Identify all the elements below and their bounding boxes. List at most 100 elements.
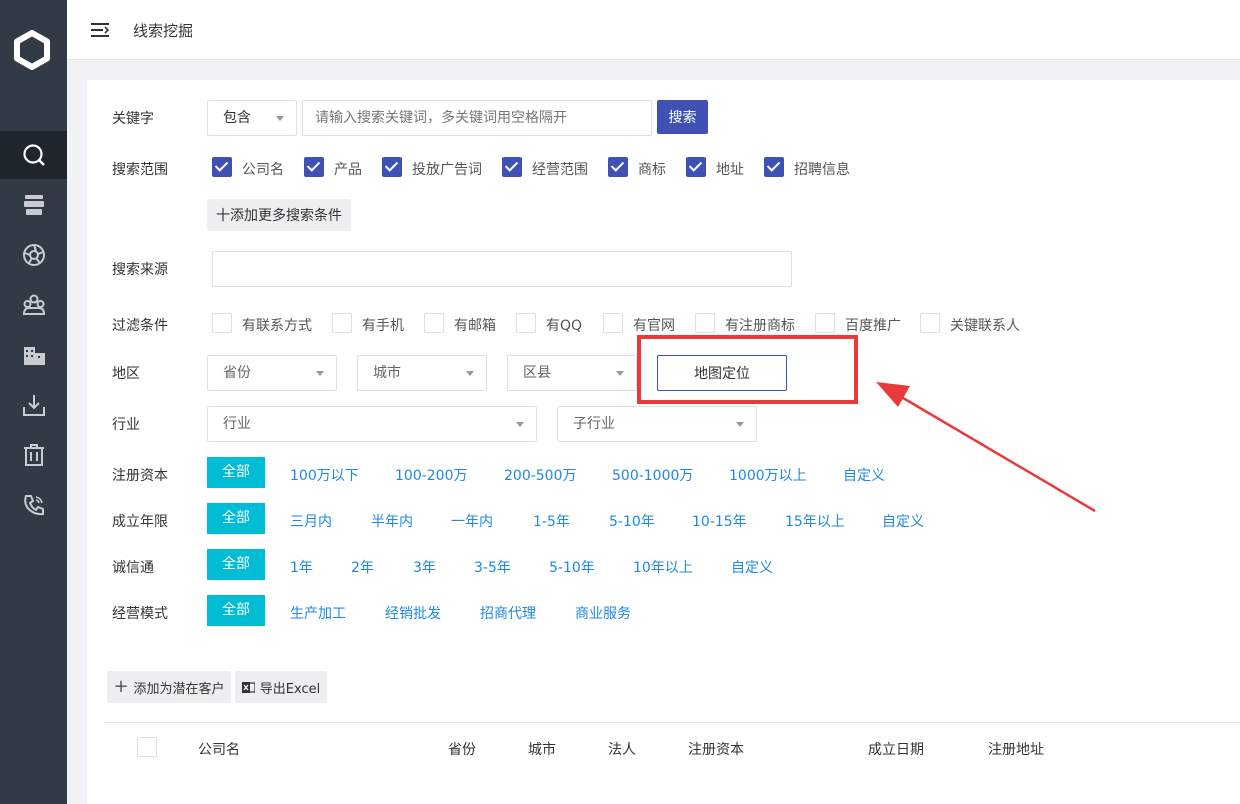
filter-checkbox[interactable] (424, 313, 444, 333)
keyword-mode-select[interactable]: 包含 (207, 100, 297, 136)
district-select[interactable]: 区县 (507, 355, 637, 391)
capital-all-chip[interactable]: 全部 (207, 457, 265, 488)
filter-checkbox[interactable] (920, 313, 940, 333)
filter-checkbox[interactable] (212, 313, 232, 333)
table-top-divider (105, 722, 1240, 723)
founded-option[interactable]: 15年以上 (785, 511, 845, 531)
scope-label: 搜索范围 (112, 162, 168, 178)
keyword-input[interactable] (302, 100, 652, 136)
search-icon (22, 144, 45, 166)
logo-icon (14, 30, 50, 70)
export-excel-label: 导出Excel (259, 681, 321, 697)
chevron-down-icon (276, 116, 284, 121)
scope-checkbox[interactable] (212, 157, 232, 177)
sidebar-item-search[interactable] (0, 131, 67, 179)
filter-checkbox[interactable] (516, 313, 536, 333)
add-potential-customer-label: 添加为潜在客户 (133, 681, 225, 697)
chengxin-option[interactable]: 1年 (290, 557, 313, 577)
industry-label: 行业 (112, 417, 140, 433)
scope-option-label: 招聘信息 (794, 162, 850, 178)
chengxin-all-chip[interactable]: 全部 (207, 549, 265, 580)
chevron-down-icon (516, 422, 524, 427)
industry-select[interactable]: 行业 (207, 406, 537, 442)
sidebar (0, 0, 67, 804)
chevron-down-icon (466, 371, 474, 376)
scope-checkbox[interactable] (502, 157, 522, 177)
chengxin-option[interactable]: 自定义 (731, 557, 773, 577)
filter-checkbox[interactable] (695, 313, 715, 333)
founded-option[interactable]: 5-10年 (609, 511, 655, 531)
founded-all-chip[interactable]: 全部 (207, 503, 265, 534)
scope-checkbox[interactable] (686, 157, 706, 177)
founded-option[interactable]: 三月内 (290, 511, 332, 531)
business-mode-option[interactable]: 生产加工 (290, 603, 346, 623)
annotation-arrow-icon (876, 382, 1096, 513)
city-select[interactable]: 城市 (357, 355, 487, 391)
filter-option-label: 有联系方式 (242, 318, 312, 334)
menu-toggle-icon[interactable] (89, 20, 111, 40)
column-header[interactable]: 公司名 (198, 739, 240, 759)
sidebar-item-trash[interactable] (0, 431, 67, 479)
scope-checkbox[interactable] (304, 157, 324, 177)
scope-checkbox[interactable] (608, 157, 628, 177)
capital-option[interactable]: 500-1000万 (612, 465, 693, 485)
business-mode-option[interactable]: 经销批发 (385, 603, 441, 623)
capital-option[interactable]: 100万以下 (290, 465, 359, 485)
source-input[interactable] (212, 251, 792, 287)
filter-checkbox[interactable] (603, 313, 623, 333)
search-button[interactable]: 搜索 (657, 100, 708, 134)
sidebar-item-aperture[interactable] (0, 231, 67, 279)
chengxin-label: 诚信通 (112, 560, 154, 576)
founded-option[interactable]: 一年内 (451, 511, 493, 531)
sub-industry-select[interactable]: 子行业 (557, 406, 757, 442)
industry-select-value: 行业 (223, 416, 251, 432)
page-title: 线索挖掘 (133, 22, 194, 40)
scope-checkbox[interactable] (382, 157, 402, 177)
filter-option-label: 百度推广 (845, 318, 901, 334)
phone-icon (23, 495, 44, 516)
column-header[interactable]: 省份 (448, 739, 476, 759)
scope-checkbox[interactable] (764, 157, 784, 177)
capital-option[interactable]: 1000万以上 (729, 465, 807, 485)
building-icon (23, 347, 45, 365)
select-all-checkbox[interactable] (137, 737, 157, 757)
sidebar-item-download[interactable] (0, 381, 67, 429)
chengxin-option[interactable]: 3-5年 (474, 557, 511, 577)
filter-option-label: 有手机 (362, 318, 404, 334)
business-mode-option[interactable]: 招商代理 (480, 603, 536, 623)
sidebar-item-database[interactable] (0, 181, 67, 229)
region-label: 地区 (112, 366, 140, 382)
add-search-condition-button[interactable]: 十添加更多搜索条件 (207, 199, 351, 231)
keyword-mode-value: 包含 (223, 110, 251, 126)
highlight-box (637, 335, 858, 404)
province-select[interactable]: 省份 (207, 355, 337, 391)
founded-option[interactable]: 10-15年 (692, 511, 747, 531)
sidebar-item-users[interactable] (0, 281, 67, 329)
chengxin-option[interactable]: 3年 (413, 557, 436, 577)
filter-option-label: 关键联系人 (950, 318, 1020, 334)
founded-option[interactable]: 半年内 (371, 511, 413, 531)
filter-option-label: 有官网 (633, 318, 675, 334)
founded-option[interactable]: 1-5年 (533, 511, 570, 531)
filter-checkbox[interactable] (815, 313, 835, 333)
capital-option[interactable]: 100-200万 (395, 465, 468, 485)
column-header[interactable]: 成立日期 (868, 739, 924, 759)
column-header[interactable]: 城市 (528, 739, 556, 759)
sidebar-item-phone[interactable] (0, 481, 67, 529)
add-potential-customer-button[interactable]: + 添加为潜在客户 (107, 671, 231, 703)
column-header[interactable]: 法人 (608, 739, 636, 759)
chengxin-option[interactable]: 10年以上 (633, 557, 693, 577)
plus-icon: + (113, 676, 129, 697)
scope-option-label: 商标 (638, 162, 666, 178)
chengxin-option[interactable]: 2年 (351, 557, 374, 577)
business-mode-all-chip[interactable]: 全部 (207, 595, 265, 626)
column-header[interactable]: 注册资本 (688, 739, 744, 759)
chevron-down-icon (736, 422, 744, 427)
chengxin-option[interactable]: 5-10年 (549, 557, 595, 577)
export-excel-button[interactable]: 导出Excel (235, 671, 327, 703)
sidebar-item-building[interactable] (0, 331, 67, 379)
capital-option[interactable]: 200-500万 (504, 465, 577, 485)
business-mode-option[interactable]: 商业服务 (575, 603, 631, 623)
filter-checkbox[interactable] (332, 313, 352, 333)
column-header[interactable]: 注册地址 (988, 739, 1044, 759)
